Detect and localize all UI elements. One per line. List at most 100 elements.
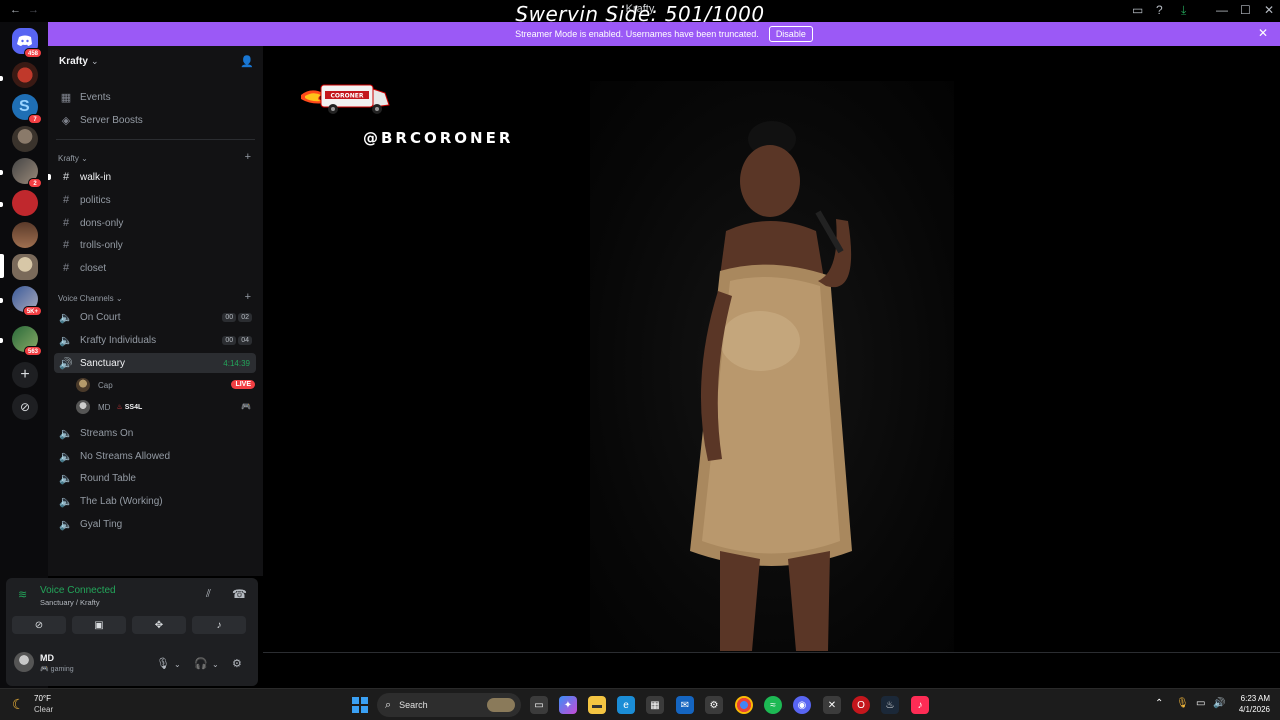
settings-gear-icon[interactable]: ⚙	[232, 657, 242, 670]
download-icon[interactable]: ⤓	[1181, 3, 1186, 18]
xbox-icon[interactable]: ✕	[823, 696, 841, 714]
close-button[interactable]: ✕	[1264, 3, 1274, 17]
inbox-icon[interactable]: ▭	[1132, 3, 1143, 17]
store-icon[interactable]: ▦	[646, 696, 664, 714]
signal-strength-icon[interactable]: ≋	[18, 588, 27, 601]
microphone-in-use-icon[interactable]: 🎙	[1176, 698, 1189, 709]
channel-closet[interactable]: # closet	[54, 258, 256, 278]
start-button[interactable]	[352, 697, 368, 713]
task-view-icon[interactable]: ▭	[530, 696, 548, 714]
speaker-icon: 🔈	[59, 427, 73, 440]
channel-label: The Lab (Working)	[80, 495, 163, 507]
category-krafty[interactable]: Krafty ⌄	[58, 154, 88, 163]
channel-label: Streams On	[80, 427, 134, 439]
server-icon[interactable]	[12, 190, 38, 216]
speaker-icon: 🔈	[59, 495, 73, 508]
user-tag: SS4L	[124, 403, 143, 411]
avatar[interactable]	[14, 652, 34, 672]
soundboard-button[interactable]: ♪	[192, 616, 246, 634]
disable-streamer-mode-button[interactable]: Disable	[768, 26, 813, 42]
headphones-icon[interactable]: 🎧	[194, 657, 208, 670]
microphone-icon[interactable]: 🎙	[156, 657, 170, 670]
server-icon[interactable]	[12, 62, 38, 88]
chevron-down-icon[interactable]: ⌄	[212, 660, 219, 669]
voice-channel-on-court[interactable]: 🔈 On Court 00 02	[54, 307, 256, 327]
direct-messages-button[interactable]: 458	[12, 28, 42, 58]
server-icon[interactable]	[12, 126, 38, 152]
settings-app-icon[interactable]: ⚙	[705, 696, 723, 714]
outlook-icon[interactable]: ✉	[676, 696, 694, 714]
channel-politics[interactable]: # politics	[54, 190, 256, 210]
weather-condition[interactable]: Clear	[34, 705, 53, 714]
performer-figure-image	[690, 121, 852, 651]
chevron-down-icon[interactable]: ⌄	[91, 56, 99, 67]
discord-taskbar-icon[interactable]: ◉	[793, 696, 811, 714]
voice-channel-no-streams-allowed[interactable]: 🔈 No Streams Allowed	[54, 446, 256, 466]
voice-channel-gyal-ting[interactable]: 🔈 Gyal Ting	[54, 514, 256, 534]
chevron-up-icon[interactable]: ⌃	[1155, 698, 1163, 709]
channel-label: closet	[80, 262, 107, 274]
file-explorer-icon[interactable]: ▬	[588, 696, 606, 714]
voice-channel-the-lab[interactable]: 🔈 The Lab (Working)	[54, 491, 256, 511]
add-server-icon[interactable]: +	[12, 362, 38, 388]
weather-temperature[interactable]: 70°F	[34, 694, 51, 703]
voice-channel-streams-on[interactable]: 🔈 Streams On	[54, 423, 256, 443]
voice-user-cap[interactable]: Cap	[76, 376, 113, 394]
call-timer: 4:14:39	[223, 358, 250, 368]
server-folder-icon[interactable]: 563	[12, 326, 42, 356]
taskbar-search[interactable]: ⌕ Search	[377, 693, 521, 717]
minimize-button[interactable]: —	[1216, 3, 1228, 17]
server-icon[interactable]	[12, 222, 38, 248]
opera-icon[interactable]: O	[852, 696, 870, 714]
steam-icon[interactable]: ♨	[881, 696, 899, 714]
moon-weather-icon[interactable]: ☾	[12, 696, 25, 713]
create-channel-icon[interactable]: +	[245, 151, 251, 163]
channel-label: No Streams Allowed	[80, 450, 171, 462]
current-user-status: 🎮 gaming	[40, 666, 74, 673]
help-icon[interactable]: ?	[1156, 3, 1163, 17]
chrome-icon[interactable]	[735, 696, 753, 714]
volume-icon[interactable]: 🔊	[1213, 698, 1225, 709]
clock-time[interactable]: 6:23 AM	[1241, 694, 1270, 703]
server-icon[interactable]: 2	[12, 158, 42, 188]
user-name: MD	[98, 402, 111, 412]
channel-dons-only[interactable]: # dons-only	[54, 213, 256, 233]
spotify-icon[interactable]: ≈	[764, 696, 782, 714]
chevron-down-icon[interactable]: ⌄	[174, 660, 181, 669]
voice-channel-round-table[interactable]: 🔈 Round Table	[54, 468, 256, 488]
channel-trolls-only[interactable]: # trolls-only	[54, 235, 256, 255]
voice-location[interactable]: Sanctuary / Krafty	[40, 598, 100, 607]
create-channel-icon[interactable]: +	[245, 291, 251, 303]
channel-walk-in[interactable]: # walk-in	[54, 167, 256, 187]
disconnect-icon[interactable]: ☎	[232, 587, 247, 601]
tiktok-icon[interactable]: ♪	[911, 696, 929, 714]
invite-people-icon[interactable]: 👤	[240, 55, 254, 68]
unread-badge: 563	[23, 346, 42, 356]
camera-button[interactable]: ⊘	[12, 616, 66, 634]
server-icon-krafty[interactable]	[12, 254, 38, 280]
events-item[interactable]: ▦ Events	[54, 87, 256, 107]
category-voice-channels[interactable]: Voice Channels ⌄	[58, 294, 123, 303]
server-boosts-item[interactable]: ◈ Server Boosts	[54, 110, 256, 130]
current-user-name[interactable]: MD	[40, 653, 54, 663]
guild-name[interactable]: Krafty	[59, 56, 88, 67]
voice-status[interactable]: Voice Connected	[40, 585, 116, 596]
divider	[263, 652, 1280, 653]
voice-channel-sanctuary[interactable]: 🔊 Sanctuary 4:14:39	[54, 353, 256, 373]
clock-date[interactable]: 4/1/2026	[1239, 705, 1270, 714]
copilot-icon[interactable]: ✦	[559, 696, 577, 714]
voice-channel-krafty-individuals[interactable]: 🔈 Krafty Individuals 00 04	[54, 330, 256, 350]
edge-icon[interactable]: e	[617, 696, 635, 714]
voice-user-md[interactable]: MD ♨ SS4L	[76, 398, 142, 416]
close-icon[interactable]: ✕	[1258, 26, 1268, 40]
noise-suppression-icon[interactable]: ⫽	[206, 588, 211, 601]
share-screen-button[interactable]: ▣	[72, 616, 126, 634]
server-folder-icon[interactable]: 5K+	[12, 286, 42, 316]
maximize-button[interactable]: ☐	[1240, 3, 1251, 17]
activities-button[interactable]: ✥	[132, 616, 186, 634]
live-badge: LIVE	[231, 380, 255, 389]
server-icon[interactable]: S 7	[12, 94, 42, 124]
discover-icon[interactable]: ⊘	[12, 394, 38, 420]
stream-viewer[interactable]: CORONER @BRCORONER	[263, 46, 1280, 654]
network-icon[interactable]: ▭	[1196, 698, 1205, 709]
